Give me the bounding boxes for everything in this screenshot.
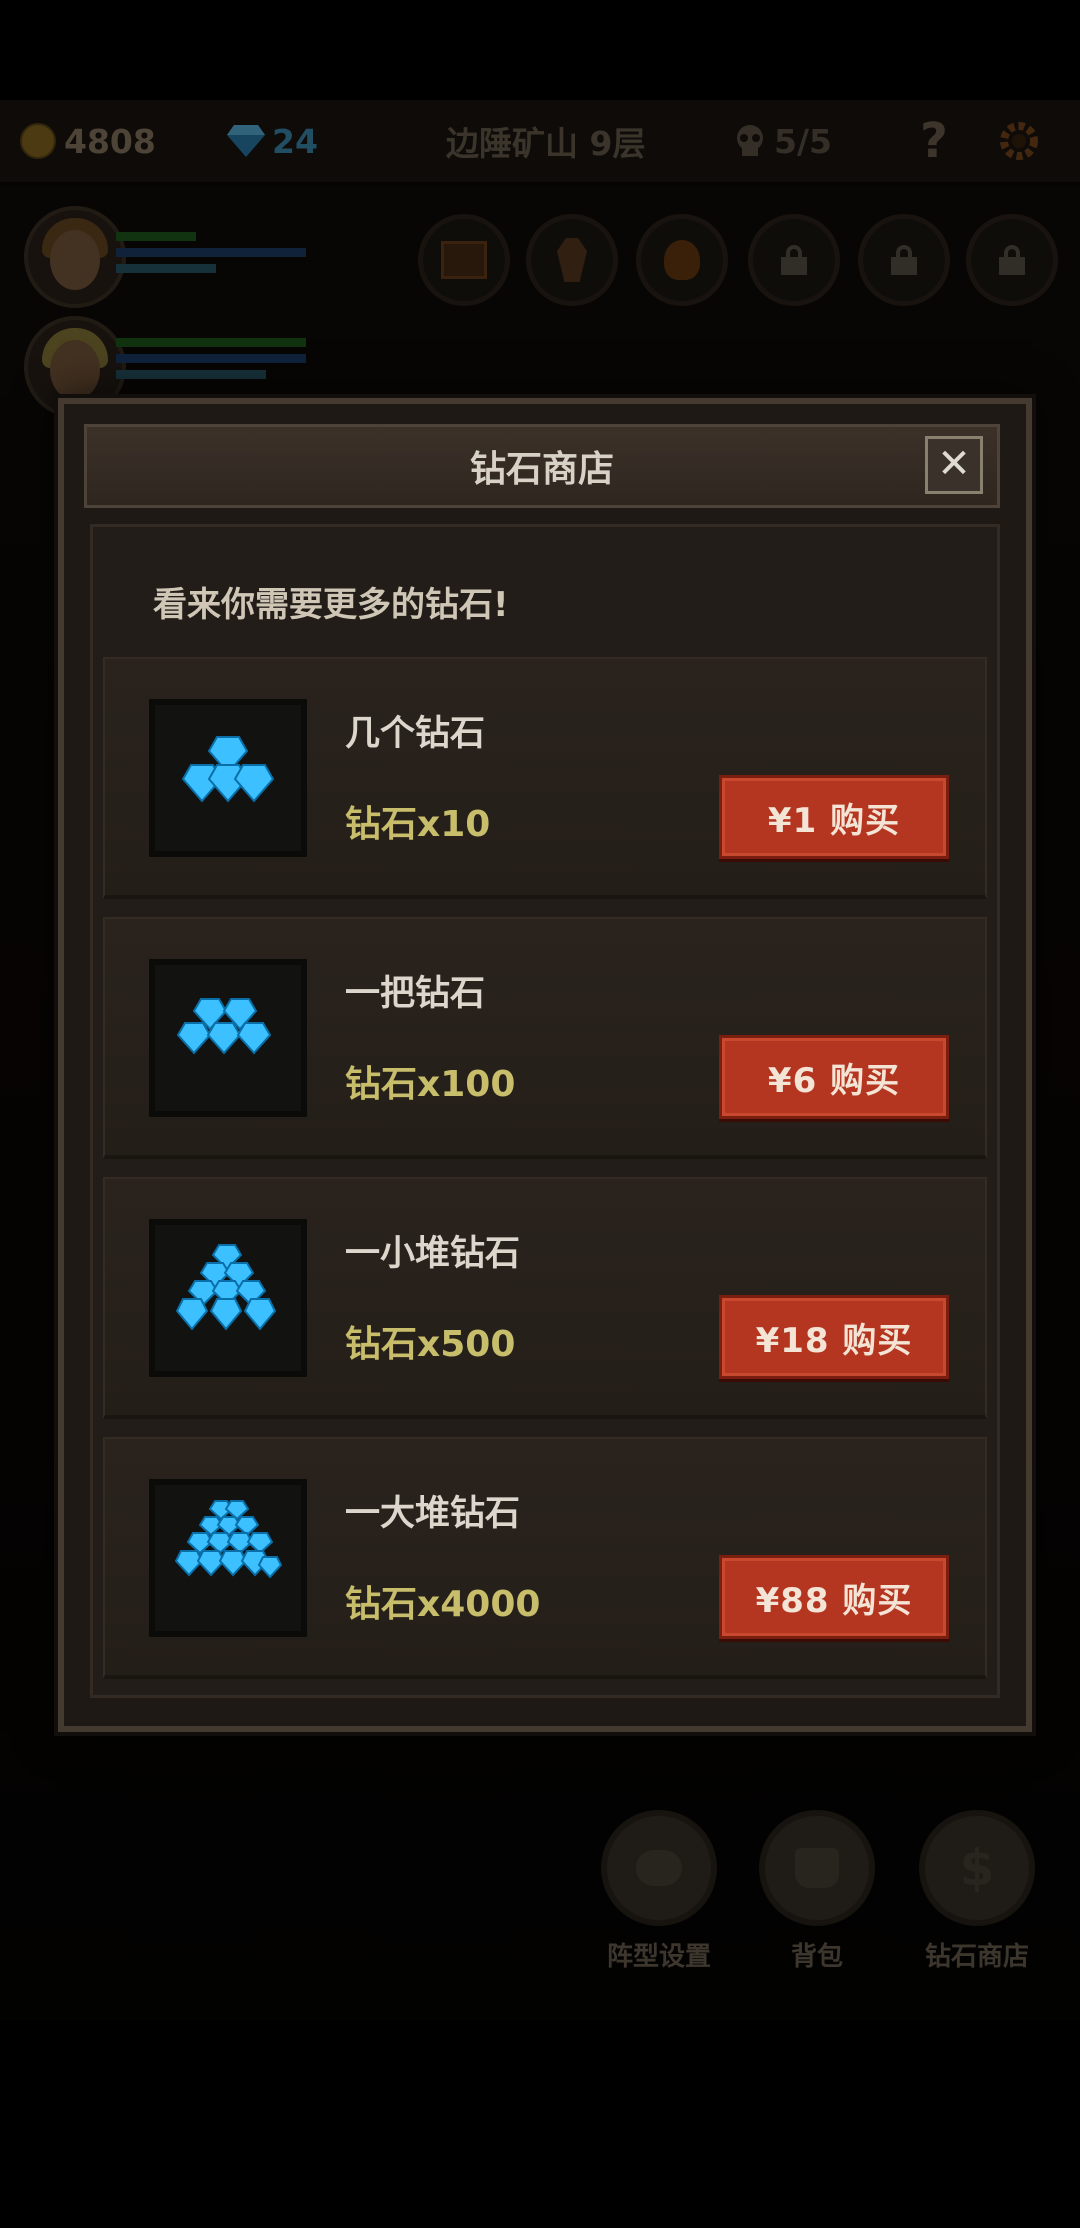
item-count: 钻石x500 [345,1324,516,1365]
buy-button[interactable]: ¥1 购买 [719,775,949,859]
item-count: 钻石x4000 [345,1584,541,1625]
item-count: 钻石x100 [345,1064,516,1105]
buy-button[interactable]: ¥88 购买 [719,1555,949,1639]
dialog-subtitle: 看来你需要更多的钻石! [153,585,509,625]
gem-pack-icon [149,1219,307,1377]
shop-item: 几个钻石 钻石x10 ¥1 购买 [103,657,987,899]
shop-item: 一大堆钻石 钻石x4000 ¥88 购买 [103,1437,987,1679]
buy-button[interactable]: ¥18 购买 [719,1295,949,1379]
item-name: 一大堆钻石 [345,1494,521,1534]
shop-item-list: 几个钻石 钻石x10 ¥1 购买 一把钻石 钻石x100 ¥6 购买 一小堆钻石… [103,657,987,1697]
navigation-bar-area [0,2020,1080,2228]
item-name: 几个钻石 [345,714,486,754]
item-name: 一把钻石 [345,974,486,1014]
status-bar-area [0,0,1080,100]
close-button[interactable]: ✕ [925,436,983,494]
gems-few-icon [181,736,275,803]
close-icon: ✕ [937,441,971,487]
gem-pack-icon [149,1479,307,1637]
gems-small-pile-icon [175,1244,277,1331]
buy-button[interactable]: ¥6 购买 [719,1035,949,1119]
dialog-title: 钻石商店 [469,449,614,490]
item-count: 钻石x10 [345,804,491,845]
gems-large-pile-icon [174,1500,283,1579]
gem-pack-icon [149,699,307,857]
item-name: 一小堆钻石 [345,1234,521,1274]
shop-item: 一小堆钻石 钻石x500 ¥18 购买 [103,1177,987,1419]
gems-handful-icon [176,998,272,1055]
diamond-shop-dialog: 钻石商店 ✕ 看来你需要更多的钻石! 几个钻石 钻石x10 ¥1 购买 一把钻石… [58,398,1032,1732]
shop-item: 一把钻石 钻石x100 ¥6 购买 [103,917,987,1159]
dialog-body: 看来你需要更多的钻石! 几个钻石 钻石x10 ¥1 购买 一把钻石 钻石x100… [90,524,1000,1698]
dialog-header: 钻石商店 ✕ [84,424,1000,508]
gem-pack-icon [149,959,307,1117]
